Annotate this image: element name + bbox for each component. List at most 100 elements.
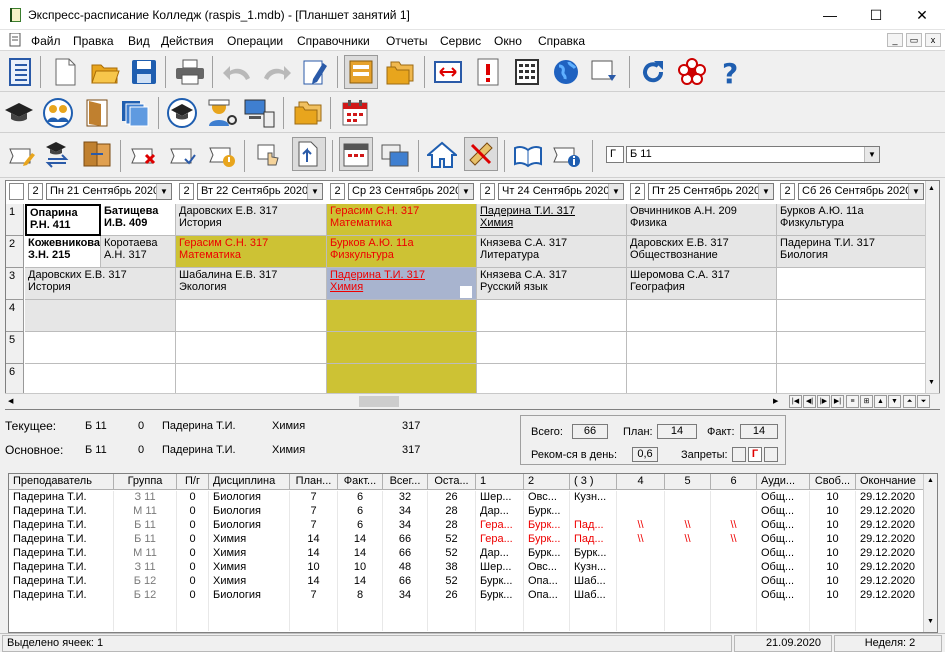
mdi-restore-button[interactable]: ▭	[906, 33, 922, 47]
empty-table-cell[interactable]	[476, 617, 524, 631]
cell-end[interactable]: 29.12.2020	[856, 519, 926, 533]
first-row-icon[interactable]: ⏶	[903, 395, 916, 408]
cell-day5[interactable]	[665, 491, 711, 505]
scroll-thumb[interactable]	[359, 396, 399, 407]
empty-table-cell[interactable]	[290, 617, 338, 631]
menu-references[interactable]: Справочники	[297, 34, 370, 48]
cell-subject[interactable]: Биология	[209, 491, 290, 505]
cell-subject[interactable]: Биология	[209, 589, 290, 603]
lesson-cell[interactable]: Шеромова С.А. 317 География	[627, 268, 777, 300]
students-button[interactable]	[165, 96, 199, 130]
day-select-sat[interactable]: Сб 26 Сентябрь 2020 ▼	[798, 183, 924, 200]
lesson-cell[interactable]: Коротаева А.Н. 317	[101, 236, 176, 268]
week-number[interactable]: 2	[780, 183, 795, 200]
cell-subgroup[interactable]: 0	[177, 547, 209, 561]
cell-group[interactable]: З 11	[114, 561, 177, 575]
cell-day6[interactable]	[711, 491, 757, 505]
cell-day1[interactable]: Бурк...	[476, 589, 524, 603]
subjects-button[interactable]	[118, 96, 152, 130]
teachers-button[interactable]	[2, 96, 36, 130]
scroll-down-icon[interactable]: ▼	[927, 618, 934, 625]
week-number[interactable]: 2	[330, 183, 345, 200]
col-header-teacher[interactable]: Преподаватель	[9, 474, 114, 490]
scroll-up-icon[interactable]: ▲	[928, 185, 938, 195]
empty-table-cell[interactable]	[810, 617, 856, 631]
empty-cell[interactable]	[777, 332, 927, 364]
col-header-plan[interactable]: План...	[290, 474, 338, 490]
cell-teacher[interactable]: Падерина Т.И.	[9, 491, 114, 505]
cell-fact[interactable]: 14	[338, 533, 383, 547]
cell-end[interactable]: 29.12.2020	[856, 575, 926, 589]
empty-table-cell[interactable]	[428, 617, 476, 631]
empty-cell[interactable]	[25, 332, 176, 364]
cell-remain[interactable]: 26	[428, 491, 476, 505]
cell-room[interactable]: Общ...	[757, 575, 810, 589]
lesson-cell[interactable]: Даровских Е.В. 317 История	[25, 268, 176, 300]
ban-box[interactable]	[764, 447, 778, 462]
lesson-cell[interactable]: Князева С.А. 317 Русский язык	[477, 268, 627, 300]
cell-end[interactable]: 29.12.2020	[856, 561, 926, 575]
cell-free[interactable]: 10	[810, 575, 856, 589]
windows-button[interactable]	[378, 139, 412, 173]
day-select-tue[interactable]: Вт 22 Сентябрь 2020 ▼	[197, 183, 323, 200]
empty-table-cell[interactable]	[338, 603, 383, 617]
nav-first-icon[interactable]: |◀	[789, 395, 802, 408]
cell-day1[interactable]: Шер...	[476, 491, 524, 505]
lesson-cell[interactable]: Батищева И.В. 409	[101, 204, 176, 236]
cell-day5[interactable]: \\	[665, 533, 711, 547]
cell-day4[interactable]: \\	[617, 519, 665, 533]
nav-next-icon[interactable]: |▶	[817, 395, 830, 408]
cell-room[interactable]: Общ...	[757, 519, 810, 533]
cell-day5[interactable]	[665, 547, 711, 561]
lesson-cell[interactable]: Герасим С.Н. 317 Математика	[327, 204, 477, 236]
cell-day6[interactable]	[711, 505, 757, 519]
cell-total[interactable]: 66	[383, 575, 428, 589]
day-select-wed[interactable]: Ср 23 Сентябрь 2020 ▼	[348, 183, 474, 200]
cell-fact[interactable]: 6	[338, 491, 383, 505]
cell-group[interactable]: М 11	[114, 547, 177, 561]
settings-button[interactable]	[675, 55, 709, 89]
cell-day6[interactable]	[711, 561, 757, 575]
cell-teacher[interactable]: Падерина Т.И.	[9, 519, 114, 533]
edit-button[interactable]	[298, 55, 332, 89]
cell-room[interactable]: Общ...	[757, 547, 810, 561]
cell-end[interactable]: 29.12.2020	[856, 589, 926, 603]
col-header-subject[interactable]: Дисциплина	[209, 474, 290, 490]
lesson-cell[interactable]: Бурков А.Ю. 11а Физкультура	[777, 204, 927, 236]
week-view-button[interactable]	[339, 137, 373, 171]
empty-table-cell[interactable]	[570, 603, 617, 617]
row-number[interactable]: 3	[6, 268, 24, 300]
cell-fact[interactable]: 10	[338, 561, 383, 575]
cell-day6[interactable]: \\	[711, 533, 757, 547]
empty-cell[interactable]	[176, 300, 327, 332]
cell-fact[interactable]: 14	[338, 547, 383, 561]
cell-day1[interactable]: Бурк...	[476, 575, 524, 589]
cell-remain[interactable]: 52	[428, 575, 476, 589]
col-header-free[interactable]: Своб...	[810, 474, 856, 490]
cell-free[interactable]: 10	[810, 589, 856, 603]
week-number[interactable]: 2	[179, 183, 194, 200]
filter-type-select[interactable]: Г	[606, 146, 624, 163]
cell-remain[interactable]: 28	[428, 519, 476, 533]
cell-free[interactable]: 10	[810, 491, 856, 505]
col-header-total[interactable]: Всег...	[383, 474, 428, 490]
cell-day3[interactable]	[570, 505, 617, 519]
cell-day5[interactable]	[665, 575, 711, 589]
ban-box[interactable]	[732, 447, 746, 462]
conflicts-button[interactable]	[471, 55, 505, 89]
cell-free[interactable]: 10	[810, 547, 856, 561]
cell-day2[interactable]: Бурк...	[524, 505, 570, 519]
col-header-subgroup[interactable]: П/г	[177, 474, 209, 490]
col-header-room[interactable]: Ауди...	[757, 474, 810, 490]
help-button[interactable]: ?	[714, 55, 748, 89]
col-header-day1[interactable]: 1	[476, 474, 524, 490]
cell-total[interactable]: 66	[383, 533, 428, 547]
empty-cell[interactable]	[777, 268, 927, 300]
lesson-cell[interactable]: Падерина Т.И. 317 Биология	[777, 236, 927, 268]
empty-table-cell[interactable]	[711, 603, 757, 617]
scroll-right-icon[interactable]: ▶	[773, 397, 778, 405]
empty-table-cell[interactable]	[209, 603, 290, 617]
day-select-fri[interactable]: Пт 25 Сентябрь 2020 ▼	[648, 183, 774, 200]
col-header-day3[interactable]: ( 3 )	[570, 474, 617, 490]
chevron-down-icon[interactable]: ▼	[608, 184, 623, 199]
